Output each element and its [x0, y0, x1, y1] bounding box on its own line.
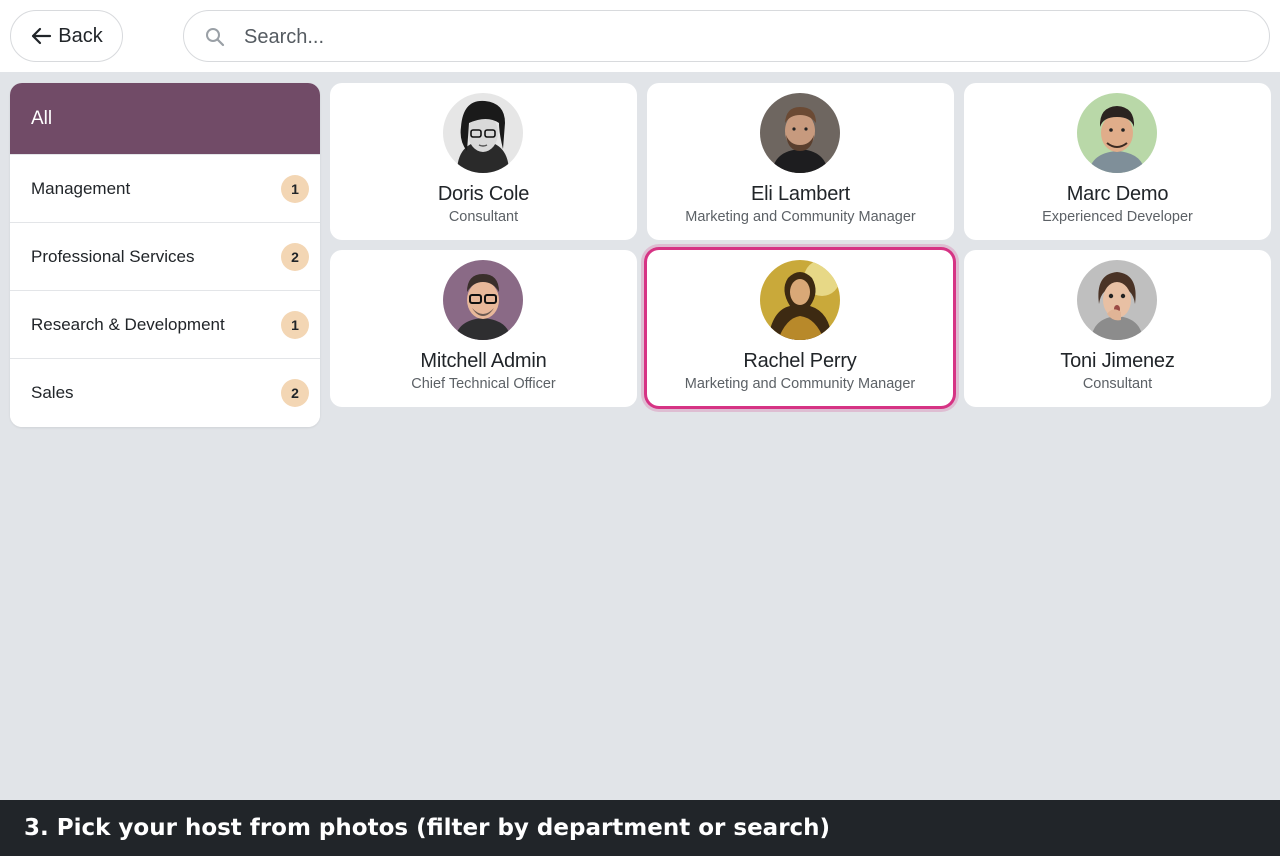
man-beard-avatar — [760, 93, 840, 173]
woman-beanie-glasses-avatar — [443, 93, 523, 173]
employee-card-toni-jimenez[interactable]: Toni Jimenez Consultant — [964, 250, 1271, 407]
employee-card-mitchell-admin[interactable]: Mitchell Admin Chief Technical Officer — [330, 250, 637, 407]
employee-job-title: Chief Technical Officer — [411, 376, 556, 392]
count-badge: 1 — [281, 174, 309, 203]
department-item-sales[interactable]: Sales 2 — [10, 359, 320, 427]
employee-job-title: Marketing and Community Manager — [685, 209, 916, 225]
search-icon — [204, 26, 226, 48]
employee-card-rachel-perry[interactable]: Rachel Perry Marketing and Community Man… — [647, 250, 953, 406]
back-button[interactable]: Back — [10, 10, 123, 62]
employee-job-title: Experienced Developer — [1042, 209, 1193, 225]
woman-golden-avatar — [760, 260, 840, 340]
employee-job-title: Consultant — [1082, 376, 1153, 392]
man-glasses-cartoon-avatar — [443, 260, 523, 340]
employee-name: Doris Cole — [437, 183, 530, 205]
department-item-professional-services[interactable]: Professional Services 2 — [10, 223, 320, 291]
employee-card-eli-lambert[interactable]: Eli Lambert Marketing and Community Mana… — [647, 83, 954, 240]
instruction-caption: 3. Pick your host from photos (filter by… — [0, 800, 1280, 856]
department-label: Management — [31, 178, 131, 198]
count-badge: 1 — [281, 310, 309, 339]
employee-name: Mitchell Admin — [420, 350, 547, 372]
search-bar — [183, 10, 1270, 62]
employee-name: Toni Jimenez — [1060, 350, 1175, 372]
department-item-all[interactable]: All — [10, 83, 320, 155]
department-label: Sales — [31, 383, 74, 402]
employee-card-marc-demo[interactable]: Marc Demo Experienced Developer — [964, 83, 1271, 240]
employee-card-doris-cole[interactable]: Doris Cole Consultant — [330, 83, 637, 240]
employee-name: Marc Demo — [1066, 183, 1169, 205]
department-sidebar: All Management 1 Professional Services 2… — [10, 83, 320, 427]
employee-job-title: Marketing and Community Manager — [684, 376, 916, 392]
department-label: Professional Services — [31, 246, 195, 266]
department-item-research-development[interactable]: Research & Development 1 — [10, 291, 320, 359]
arrow-left-icon — [30, 25, 52, 47]
employee-name: Rachel Perry — [743, 350, 857, 372]
employee-job-title: Consultant — [448, 209, 519, 225]
department-item-management[interactable]: Management 1 — [10, 155, 320, 223]
count-badge: 2 — [281, 379, 309, 407]
search-input[interactable] — [244, 21, 1244, 53]
woman-surprised-avatar — [1077, 260, 1157, 340]
count-badge: 2 — [281, 242, 309, 271]
department-label: All — [31, 107, 53, 129]
top-bar: Back — [0, 0, 1280, 72]
department-label: Research & Development — [31, 314, 225, 334]
employee-name: Eli Lambert — [751, 183, 850, 205]
back-button-label: Back — [58, 24, 103, 47]
man-cartoon-avatar — [1077, 93, 1157, 173]
